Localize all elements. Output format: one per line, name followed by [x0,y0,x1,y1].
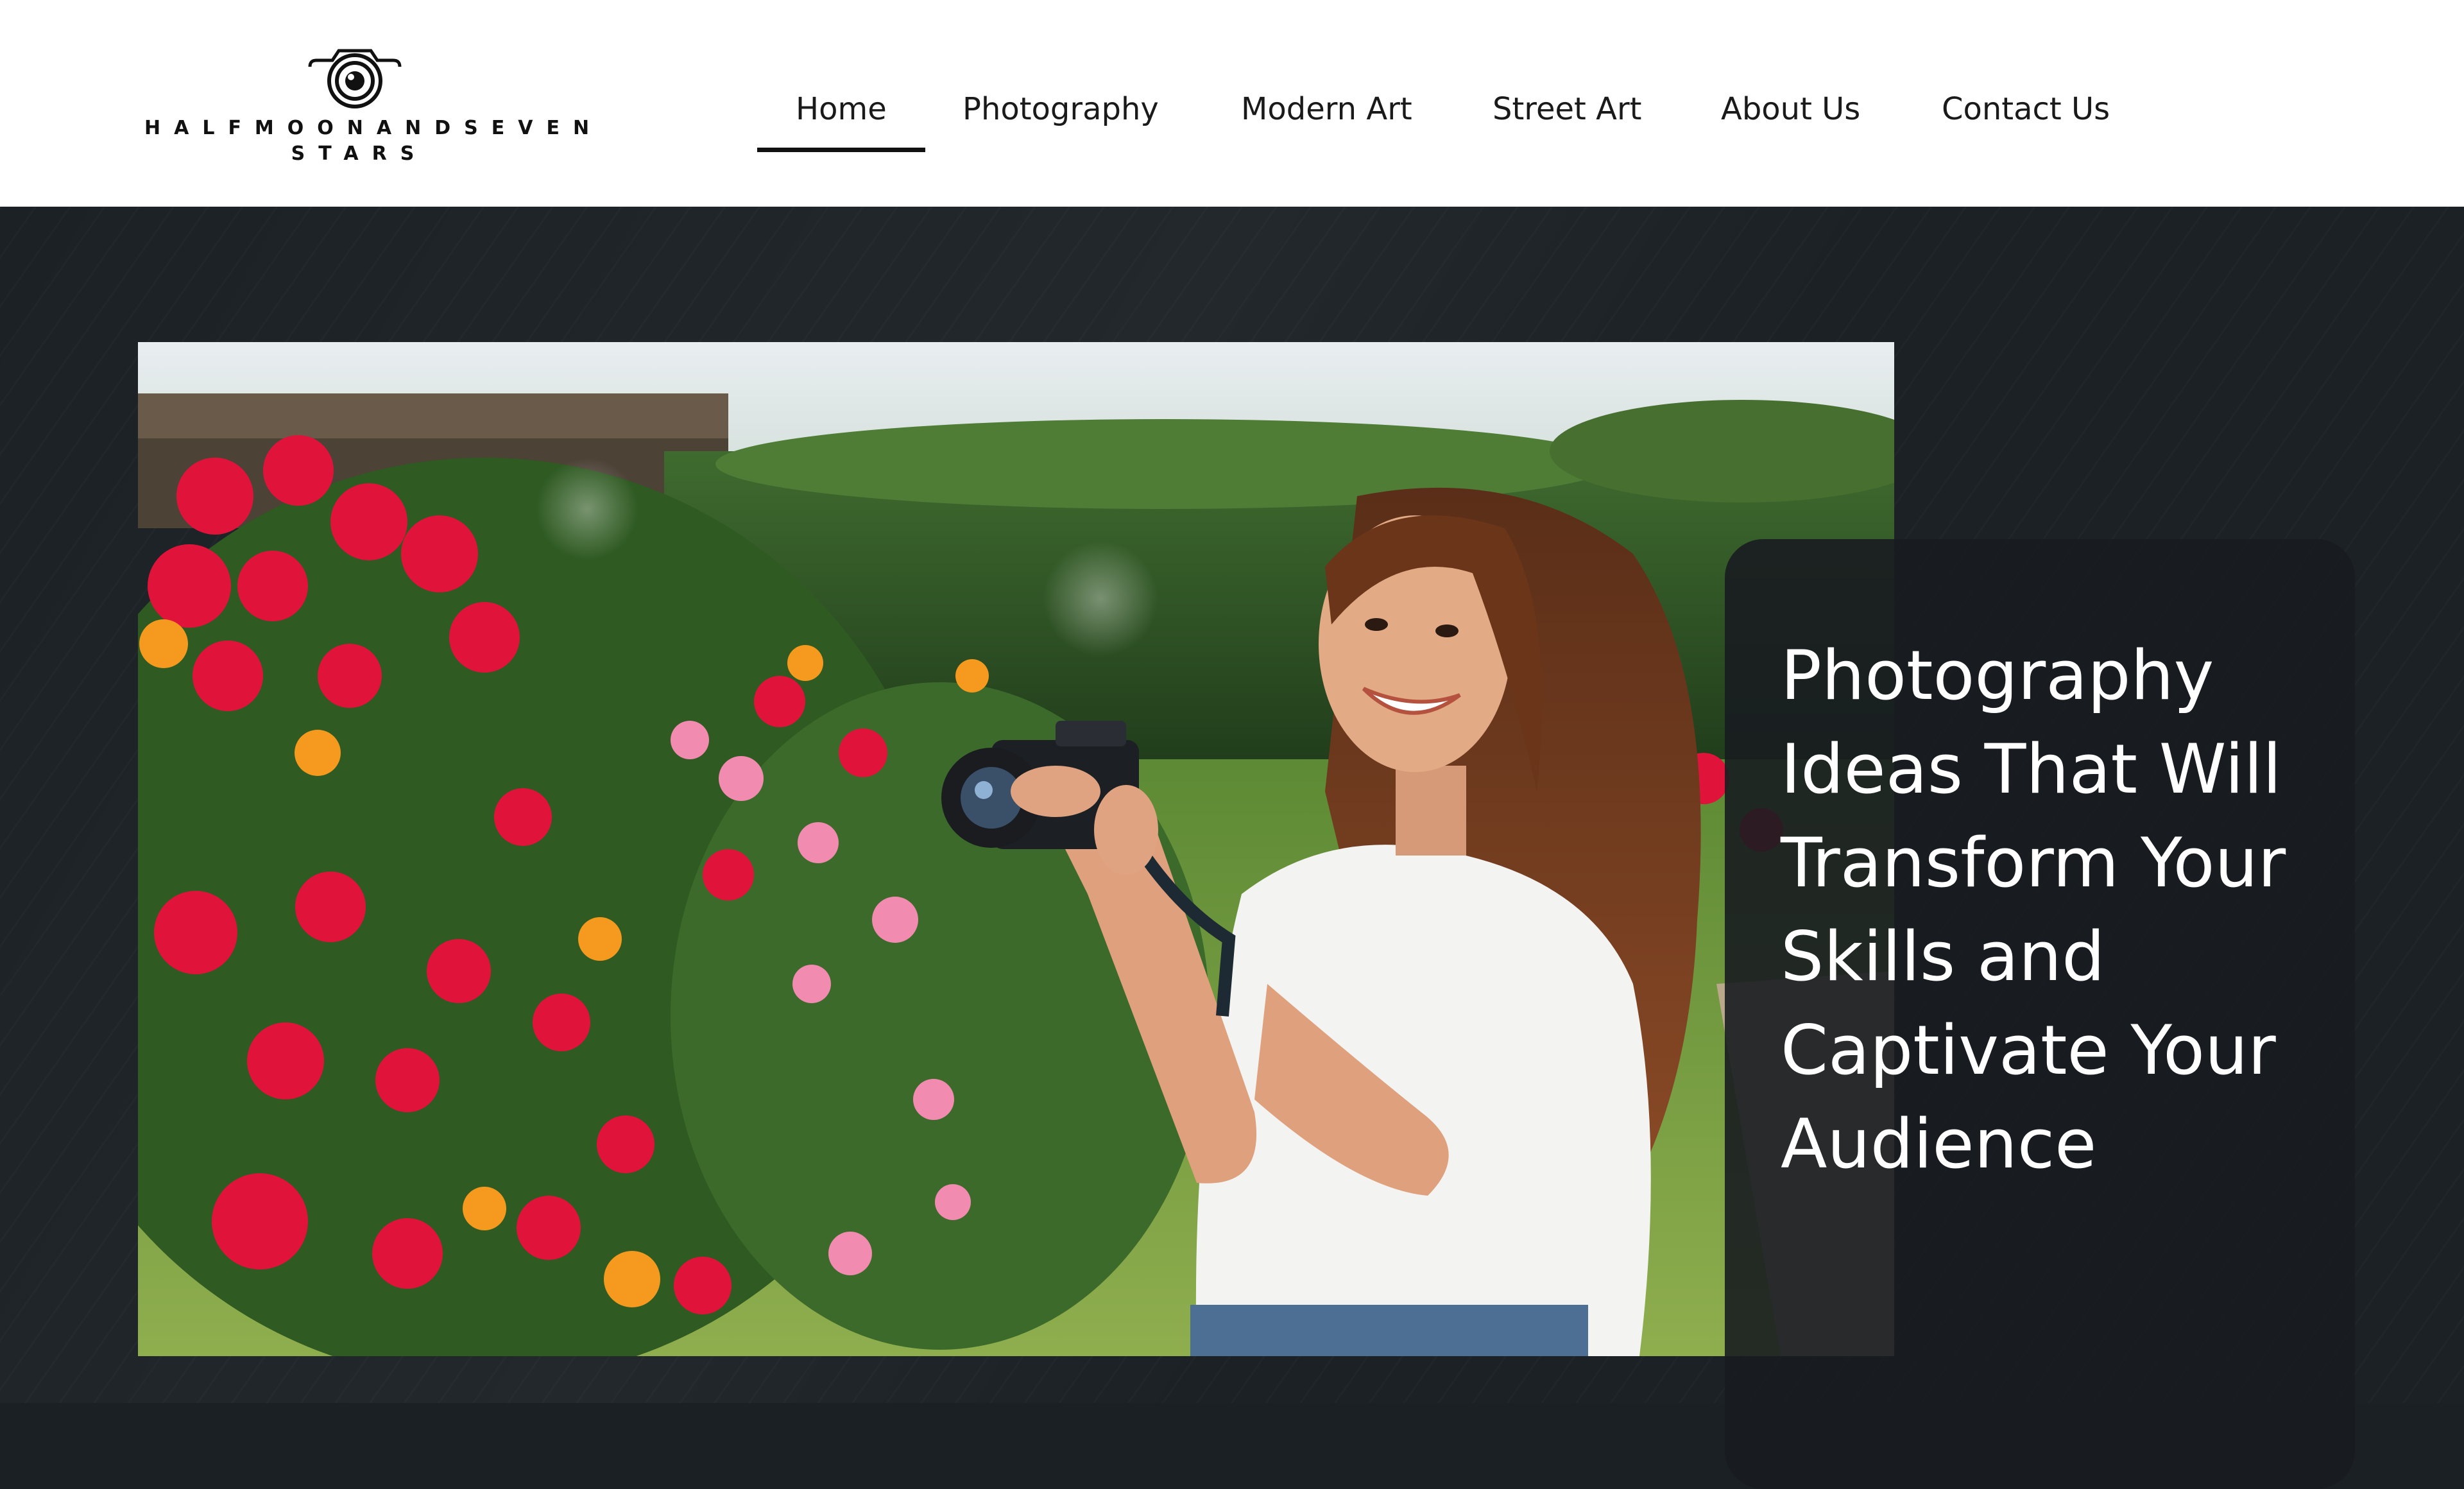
hero-title[interactable]: Photography Ideas That Will Transform Yo… [1781,629,2332,1191]
camera-icon [308,49,402,108]
nav-item-photography[interactable]: Photography [963,83,1159,135]
nav-item-street-art[interactable]: Street Art [1493,83,1642,135]
nav-item-contact-us[interactable]: Contact Us [1942,83,2110,135]
nav-active-indicator [757,148,925,152]
site-header: HALFMOONANDSEVEN STARS Home Photography … [0,0,2464,207]
brand-name-line2: STARS [291,142,428,165]
nav-item-about-us[interactable]: About Us [1721,83,1860,135]
nav-item-home[interactable]: Home [796,83,887,135]
site-logo[interactable]: HALFMOONANDSEVEN STARS [144,41,603,169]
hero-photo [138,342,1894,1356]
brand-name-line1: HALFMOONANDSEVEN [144,117,603,139]
nav-item-modern-art[interactable]: Modern Art [1241,83,1412,135]
